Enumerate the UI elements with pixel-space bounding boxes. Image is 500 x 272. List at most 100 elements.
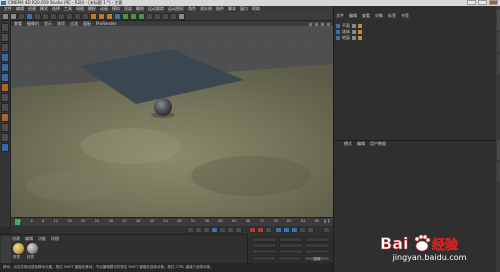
subdivision-surface-icon[interactable] — [130, 13, 137, 20]
layout-icon[interactable] — [178, 13, 185, 20]
attribute-manager-menubar: 模式 编辑 用户数据 — [336, 140, 496, 146]
visibility-icon[interactable] — [352, 29, 356, 34]
timeline-tick: 44 — [163, 219, 168, 223]
live-selection-icon[interactable] — [18, 13, 25, 20]
y-axis-icon[interactable] — [66, 13, 73, 20]
material-tag-icon[interactable] — [358, 29, 362, 34]
object-row[interactable]: 地面 — [336, 35, 394, 40]
material-tag-icon[interactable] — [358, 35, 362, 40]
material-menu-edit[interactable]: 编辑 — [25, 236, 33, 241]
material-swatch-grey[interactable] — [27, 243, 38, 254]
go-to-start-icon[interactable] — [187, 227, 194, 233]
object-menu-tags[interactable]: 标签 — [388, 13, 396, 18]
make-editable-icon[interactable] — [1, 23, 9, 32]
snap-icon[interactable] — [1, 103, 9, 112]
workplane-icon[interactable] — [1, 113, 9, 122]
rotation-h-field[interactable] — [305, 237, 331, 242]
material-tag-icon[interactable] — [358, 23, 362, 28]
size-mode-dropdown[interactable] — [278, 256, 302, 261]
attribute-menu-mode[interactable]: 模式 — [344, 141, 352, 146]
coordinate-system-icon[interactable] — [82, 13, 89, 20]
size-x-field[interactable] — [278, 237, 304, 242]
points-mode-icon[interactable] — [1, 53, 9, 62]
next-frame-icon[interactable] — [219, 227, 226, 233]
rotation-b-field[interactable] — [305, 249, 331, 254]
object-name: 球体 — [342, 29, 350, 34]
scale-tool-icon[interactable] — [34, 13, 41, 20]
material-swatch-yellow[interactable] — [13, 243, 24, 254]
render-settings-icon[interactable] — [106, 13, 113, 20]
object-menu-file[interactable]: 文件 — [336, 13, 344, 18]
object-row[interactable]: 球体 — [336, 29, 394, 34]
position-z-field[interactable] — [252, 249, 277, 254]
render-view-icon[interactable] — [90, 13, 97, 20]
timeline[interactable]: 0 4 8 12 16 20 24 28 32 36 40 44 48 52 5… — [11, 217, 333, 226]
material-menu-create[interactable]: 创建 — [12, 236, 20, 241]
locked-workplane-icon[interactable] — [1, 123, 9, 132]
solo-icon[interactable] — [1, 143, 9, 152]
maximize-button[interactable] — [478, 0, 487, 5]
polygons-mode-icon[interactable] — [1, 73, 9, 82]
position-y-field[interactable] — [252, 243, 277, 248]
3d-viewport[interactable] — [11, 26, 333, 217]
close-button[interactable] — [489, 0, 498, 5]
object-mode-dropdown[interactable] — [252, 256, 276, 261]
minimize-button[interactable] — [467, 0, 476, 5]
tweak-mode-icon[interactable] — [1, 93, 9, 102]
size-z-field[interactable] — [278, 249, 304, 254]
previous-frame-icon[interactable] — [203, 227, 210, 233]
object-row[interactable]: 平面 — [336, 23, 394, 28]
array-icon[interactable] — [138, 13, 145, 20]
visibility-icon[interactable] — [352, 23, 356, 28]
cube-icon[interactable] — [114, 13, 121, 20]
autokey-icon[interactable] — [257, 227, 264, 233]
floor-icon[interactable] — [154, 13, 161, 20]
z-axis-icon[interactable] — [74, 13, 81, 20]
size-y-field[interactable] — [278, 243, 304, 248]
parameter-key-icon[interactable] — [299, 227, 306, 233]
play-icon[interactable] — [211, 227, 218, 233]
x-axis-icon[interactable] — [58, 13, 65, 20]
last-tool-icon[interactable] — [50, 13, 57, 20]
object-menu-objects[interactable]: 对象 — [375, 13, 383, 18]
watermark-url: jingyan.baidu.com — [392, 253, 467, 262]
apply-button[interactable]: 应用 — [304, 256, 330, 261]
timeline-tick: 32 — [122, 219, 127, 223]
camera-icon[interactable] — [162, 13, 169, 20]
previous-key-icon[interactable] — [195, 227, 202, 233]
model-mode-icon[interactable] — [1, 33, 9, 42]
record-icon[interactable] — [249, 227, 256, 233]
rotate-tool-icon[interactable] — [42, 13, 49, 20]
material-menu-function[interactable]: 功能 — [38, 236, 46, 241]
timeline-settings-icon[interactable] — [323, 227, 330, 233]
go-to-end-icon[interactable] — [235, 227, 242, 233]
material-menu-texture[interactable]: 纹理 — [51, 236, 59, 241]
spline-pen-icon[interactable] — [122, 13, 129, 20]
attribute-menu-user-data[interactable]: 用户数据 — [370, 141, 386, 146]
object-menu-view[interactable]: 查看 — [362, 13, 370, 18]
move-tool-icon[interactable] — [26, 13, 33, 20]
position-x-field[interactable] — [252, 237, 277, 242]
rotation-p-field[interactable] — [305, 243, 331, 248]
rotation-key-icon[interactable] — [291, 227, 298, 233]
object-menu-edit[interactable]: 编辑 — [349, 13, 357, 18]
scale-key-icon[interactable] — [283, 227, 290, 233]
point-level-animation-icon[interactable] — [307, 227, 314, 233]
object-name: 平面 — [342, 23, 350, 28]
texture-mode-icon[interactable] — [1, 43, 9, 52]
visibility-icon[interactable] — [352, 35, 356, 40]
position-key-icon[interactable] — [275, 227, 282, 233]
edges-mode-icon[interactable] — [1, 63, 9, 72]
light-icon[interactable] — [170, 13, 177, 20]
next-key-icon[interactable] — [227, 227, 234, 233]
render-to-picture-viewer-icon[interactable] — [98, 13, 105, 20]
sphere-object[interactable] — [154, 98, 172, 116]
attribute-menu-edit[interactable]: 编辑 — [357, 141, 365, 146]
bend-deformer-icon[interactable] — [146, 13, 153, 20]
undo-icon[interactable] — [2, 13, 9, 20]
object-menu-bookmarks[interactable]: 书签 — [401, 13, 409, 18]
redo-icon[interactable] — [10, 13, 17, 20]
keyframe-selection-icon[interactable] — [265, 227, 272, 233]
planar-workplane-icon[interactable] — [1, 133, 9, 142]
axis-mode-icon[interactable] — [1, 83, 9, 92]
